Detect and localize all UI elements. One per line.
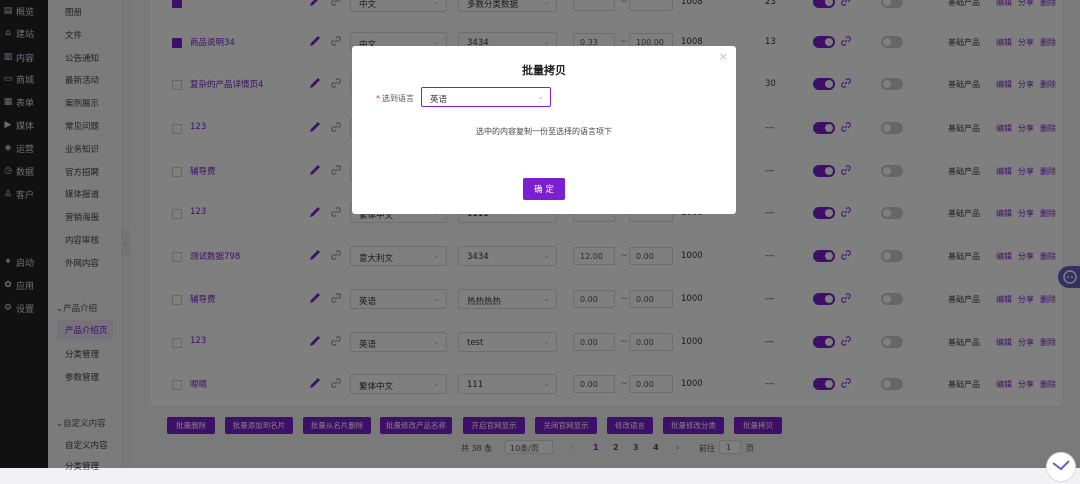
batch-copy-dialog: 批量拷贝 × * 选到语言 英语 ⌄ 选中的内容复制一份至选择的语言项下 确 定 [352, 46, 736, 214]
language-select[interactable]: 英语 ⌄ [421, 87, 551, 107]
confirm-button[interactable]: 确 定 [523, 178, 565, 200]
required-mark: * [376, 94, 380, 103]
close-icon[interactable]: × [719, 50, 728, 63]
assistant-logo-icon[interactable] [1046, 452, 1076, 482]
dialog-title: 批量拷贝 [522, 64, 566, 77]
language-label-text: 选到语言 [382, 94, 414, 103]
chevron-down-icon: ⌄ [537, 92, 544, 101]
language-field-label: * 选到语言 [376, 93, 414, 104]
dialog-hint: 选中的内容复制一份至选择的语言项下 [476, 127, 612, 136]
language-select-value: 英语 [430, 95, 448, 105]
